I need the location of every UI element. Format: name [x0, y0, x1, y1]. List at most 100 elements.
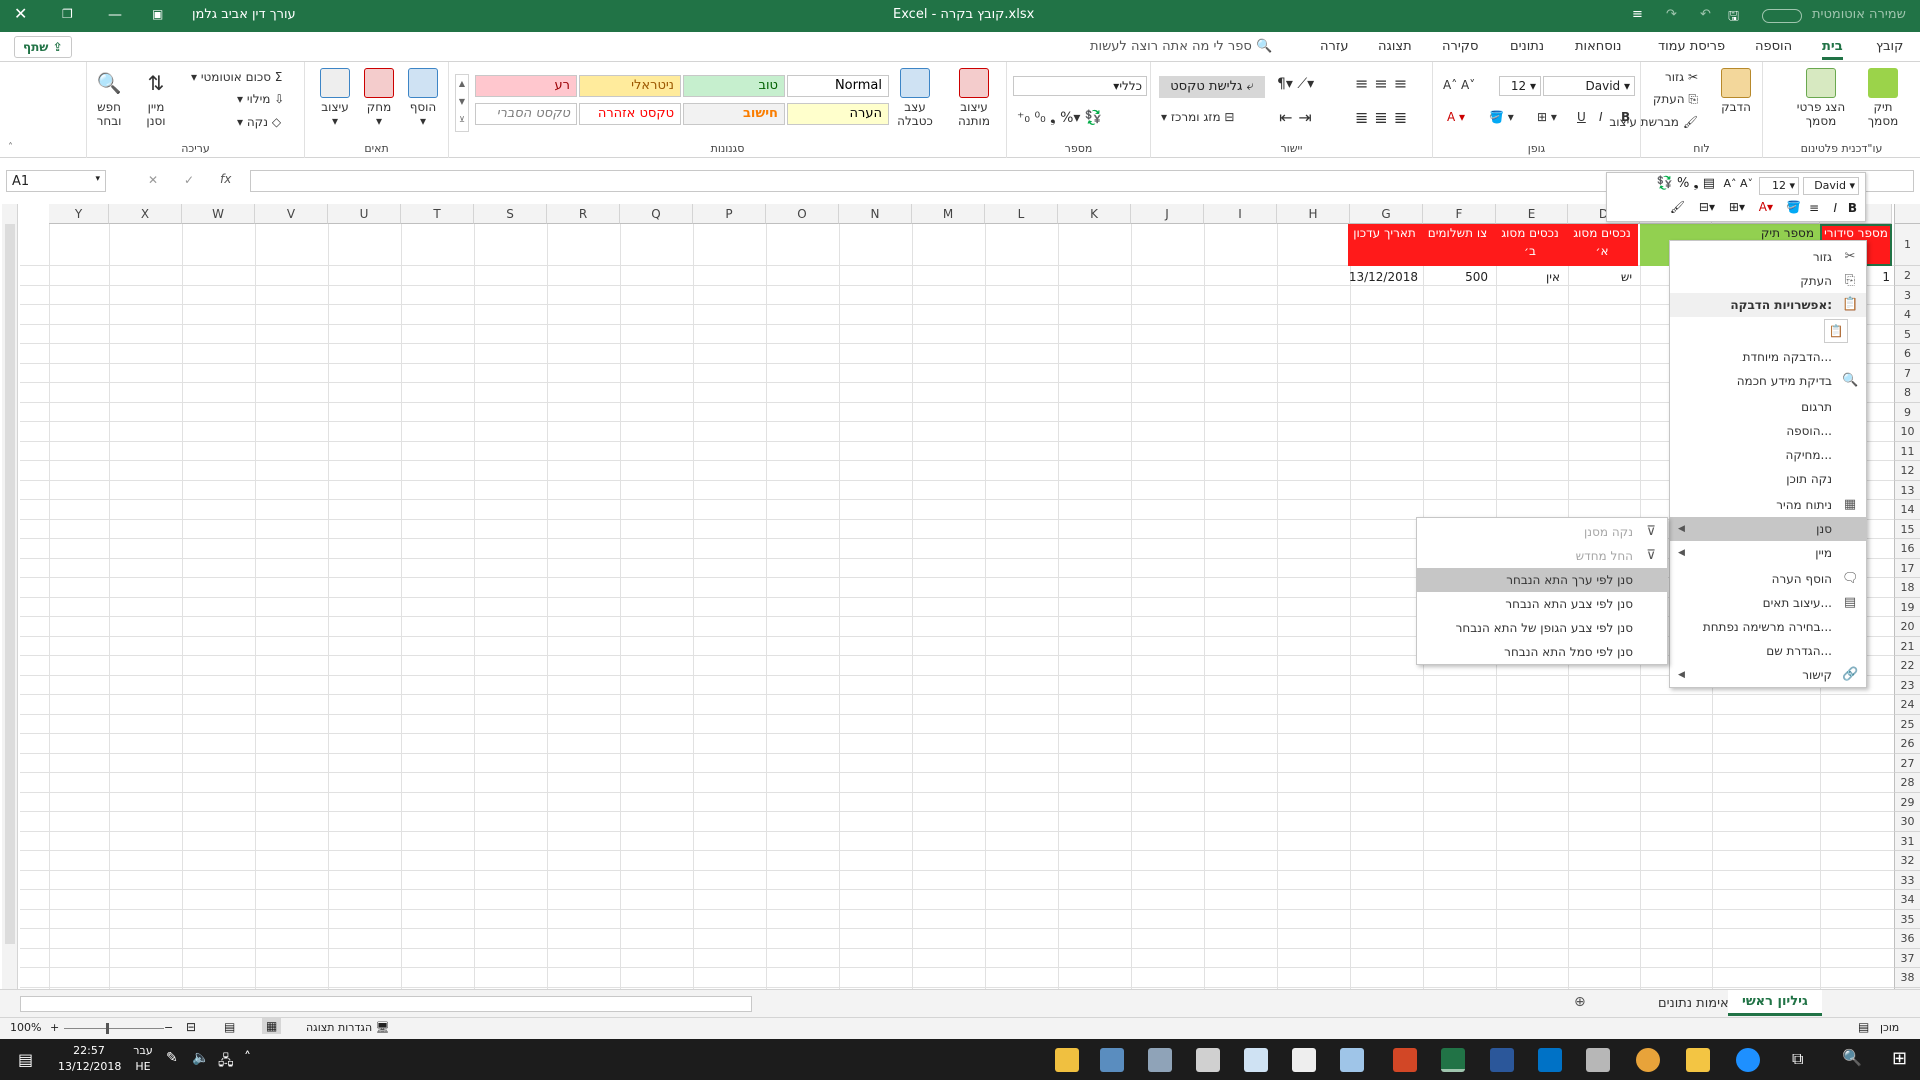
column-header-J[interactable]: J: [1131, 204, 1204, 224]
display-settings[interactable]: הגדרות תצוגה 🖥: [306, 1021, 390, 1034]
row-header-9[interactable]: 9: [1894, 402, 1920, 422]
column-header-W[interactable]: W: [182, 204, 255, 224]
new-sheet-icon[interactable]: ⊕: [1574, 994, 1586, 1010]
page-break-view-icon[interactable]: ⊟: [186, 1020, 196, 1034]
row-header-4[interactable]: 4: [1894, 305, 1920, 325]
customize-qat-icon[interactable]: ≡: [1632, 7, 1643, 22]
undo-icon[interactable]: ↶: [1700, 7, 1711, 22]
file-explorer-pinned-icon[interactable]: [1055, 1048, 1079, 1072]
row-header-8[interactable]: 8: [1894, 383, 1920, 403]
column-header-U[interactable]: U: [328, 204, 401, 224]
submenu-filter-by-font-color[interactable]: סנן לפי צבע הגופן של התא הנבחר: [1417, 616, 1667, 640]
column-header-K[interactable]: K: [1058, 204, 1131, 224]
column-header-G[interactable]: G: [1350, 204, 1423, 224]
powerpoint-icon[interactable]: [1393, 1048, 1417, 1072]
menu-insert-comment[interactable]: 🗨 הוסף הערה: [1670, 567, 1866, 591]
font-name-box[interactable]: David ▾: [1543, 76, 1635, 96]
row-header-17[interactable]: 17: [1894, 558, 1920, 578]
mini-font-size[interactable]: 12 ▾: [1759, 177, 1799, 195]
mini-merge-icon[interactable]: ⊟▾: [1699, 200, 1715, 214]
menu-quick-analysis[interactable]: ▦ ניתוח מהיר: [1670, 493, 1866, 517]
column-header-R[interactable]: R: [547, 204, 620, 224]
style-note[interactable]: הערה: [787, 103, 889, 125]
bold-icon[interactable]: B: [1621, 110, 1630, 124]
row-header-36[interactable]: 36: [1894, 929, 1920, 949]
photos-icon[interactable]: [1100, 1048, 1124, 1072]
row-header-25[interactable]: 25: [1894, 714, 1920, 734]
tab-file[interactable]: קובץ: [1876, 39, 1903, 54]
submenu-filter-by-value[interactable]: סנן לפי ערך התא הנבחר: [1417, 568, 1667, 592]
cell-E1[interactable]: נכסים מסוג ב׳: [1494, 224, 1566, 266]
mini-font-grow-icon[interactable]: A˄ A˅: [1723, 177, 1753, 190]
clock[interactable]: 22:57 13/12/2018: [58, 1043, 121, 1075]
delete-cells-button[interactable]: מחק ▾: [357, 68, 401, 128]
menu-pick-from-list[interactable]: בחירה מרשימה נפתחת...: [1670, 615, 1866, 639]
underline-icon[interactable]: U: [1577, 110, 1586, 124]
italic-icon[interactable]: I: [1599, 110, 1603, 124]
row-header-1[interactable]: 1: [1894, 224, 1920, 266]
cell-A2[interactable]: 1: [1866, 270, 1890, 284]
horizontal-align-icons[interactable]: ≣≣≣: [1355, 108, 1413, 127]
mini-italic-icon[interactable]: I: [1833, 201, 1837, 215]
notes-icon[interactable]: [1340, 1048, 1364, 1072]
tab-review[interactable]: סקירה: [1442, 39, 1478, 54]
style-neutral[interactable]: ניטראלי: [579, 75, 681, 97]
menu-sort[interactable]: ◀ מיין: [1670, 541, 1866, 565]
column-header-S[interactable]: S: [474, 204, 547, 224]
volume-icon[interactable]: 🔈: [192, 1050, 209, 1066]
cell-F2[interactable]: 500: [1422, 270, 1488, 284]
row-header-28[interactable]: 28: [1894, 773, 1920, 793]
cell-D1[interactable]: נכסים מסוג א׳: [1566, 224, 1638, 266]
ribbon-display-icon[interactable]: ▣: [152, 7, 163, 21]
row-header-31[interactable]: 31: [1894, 831, 1920, 851]
menu-translate[interactable]: תרגום: [1670, 395, 1866, 419]
show-hidden-icons[interactable]: ˄: [244, 1050, 251, 1066]
menu-paste-special[interactable]: הדבקה מיוחדת...: [1670, 345, 1866, 369]
fill-button[interactable]: ▾ מילוי ⇩: [237, 92, 284, 106]
column-header-O[interactable]: O: [766, 204, 839, 224]
column-header-N[interactable]: N: [839, 204, 912, 224]
row-header-15[interactable]: 15: [1894, 519, 1920, 539]
mini-number-format-icons[interactable]: 💱 % ❟ ▤: [1657, 176, 1715, 191]
style-explanatory-text[interactable]: טקסט הסברי: [475, 103, 577, 125]
menu-filter[interactable]: ◀ סנן: [1670, 517, 1866, 541]
close-icon[interactable]: ✕: [14, 4, 27, 23]
number-format-box[interactable]: ▾ כללי: [1013, 76, 1147, 96]
vertical-scrollbar[interactable]: [2, 204, 18, 989]
fill-color-icon[interactable]: 🪣 ▾: [1489, 110, 1514, 124]
conditional-formatting-button[interactable]: עיצוב מותנה: [945, 68, 1003, 128]
horizontal-scrollbar[interactable]: [20, 996, 752, 1012]
cell-G2[interactable]: 13/12/2018: [1348, 270, 1418, 284]
zoom-level[interactable]: 100%: [10, 1021, 41, 1034]
row-header-21[interactable]: 21: [1894, 636, 1920, 656]
word-icon[interactable]: [1490, 1048, 1514, 1072]
tab-help[interactable]: עזרה: [1320, 39, 1348, 54]
autosave-toggle[interactable]: [1762, 9, 1802, 23]
cell-F1[interactable]: צו תשלומים: [1421, 224, 1494, 266]
menu-smart-lookup[interactable]: 🔍 בדיקת מידע חכמה: [1670, 369, 1866, 393]
wrap-text-button[interactable]: גלישת טקסט ⤶: [1159, 76, 1265, 98]
row-header-3[interactable]: 3: [1894, 285, 1920, 305]
menu-insert[interactable]: הוספה...: [1670, 419, 1866, 443]
insert-function-icon[interactable]: fx: [220, 172, 231, 186]
row-header-29[interactable]: 29: [1894, 792, 1920, 812]
mail-icon[interactable]: [1244, 1048, 1268, 1072]
chrome-icon[interactable]: [1636, 1048, 1660, 1072]
autosum-button[interactable]: ▾ סכום אוטומטי Σ: [191, 70, 282, 84]
find-select-button[interactable]: 🔍 חפש ובחר: [87, 68, 131, 128]
column-header-T[interactable]: T: [401, 204, 474, 224]
tab-insert[interactable]: הוספה: [1755, 39, 1792, 54]
row-header-22[interactable]: 22: [1894, 656, 1920, 676]
row-header-35[interactable]: 35: [1894, 909, 1920, 929]
style-bad[interactable]: רע: [475, 75, 577, 97]
start-icon[interactable]: ⊞: [1892, 1048, 1907, 1069]
mini-bold-icon[interactable]: B: [1848, 201, 1857, 215]
sheet-tab-main[interactable]: גיליון ראשי: [1728, 990, 1822, 1016]
row-header-2[interactable]: 2: [1894, 266, 1920, 286]
normal-view-icon[interactable]: ▦: [262, 1018, 282, 1034]
menu-clear-contents[interactable]: נקה תוכן: [1670, 467, 1866, 491]
column-header-Y[interactable]: Y: [49, 204, 109, 224]
enter-icon[interactable]: ✓: [184, 173, 194, 187]
notification-icon[interactable]: ▤: [18, 1050, 33, 1069]
column-header-P[interactable]: P: [693, 204, 766, 224]
